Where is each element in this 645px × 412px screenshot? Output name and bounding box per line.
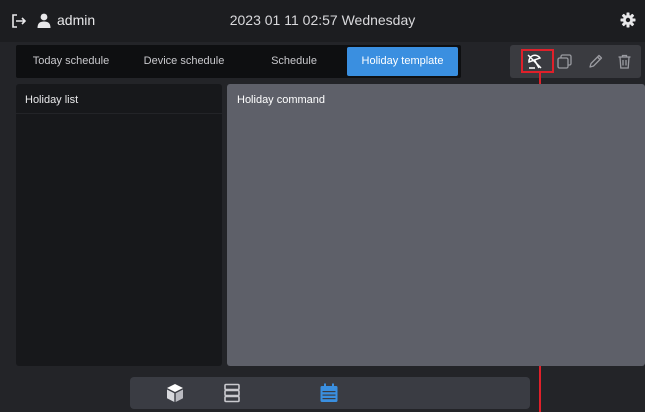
holiday-command-title: Holiday command	[237, 94, 326, 106]
delete-icon[interactable]	[616, 53, 633, 70]
top-bar: admin 2023 01 11 02:57 Wednesday	[0, 0, 645, 42]
tab-holiday-template[interactable]: Holiday template	[347, 47, 458, 76]
holiday-list-title: Holiday list	[25, 94, 79, 106]
tab-device-schedule[interactable]: Device schedule	[126, 45, 242, 78]
panel-divider	[16, 113, 222, 114]
edit-icon[interactable]	[587, 53, 604, 70]
holiday-list-panel: Holiday list	[16, 84, 222, 366]
tab-today-schedule[interactable]: Today schedule	[16, 45, 126, 78]
copy-icon[interactable]	[556, 53, 573, 70]
tab-schedule[interactable]: Schedule	[242, 45, 346, 78]
gear-icon[interactable]	[620, 12, 636, 28]
bottom-nav	[130, 377, 530, 409]
device-cube-icon[interactable]	[165, 383, 185, 403]
date-time-display: 2023 01 11 02:57 Wednesday	[229, 12, 416, 28]
holiday-command-panel: Holiday command	[227, 84, 645, 366]
schedule-tabs: Today schedule Device schedule Schedule …	[16, 45, 461, 78]
highlight-box	[521, 49, 554, 73]
list-stack-icon[interactable]	[222, 383, 242, 403]
calendar-icon[interactable]	[319, 383, 339, 403]
